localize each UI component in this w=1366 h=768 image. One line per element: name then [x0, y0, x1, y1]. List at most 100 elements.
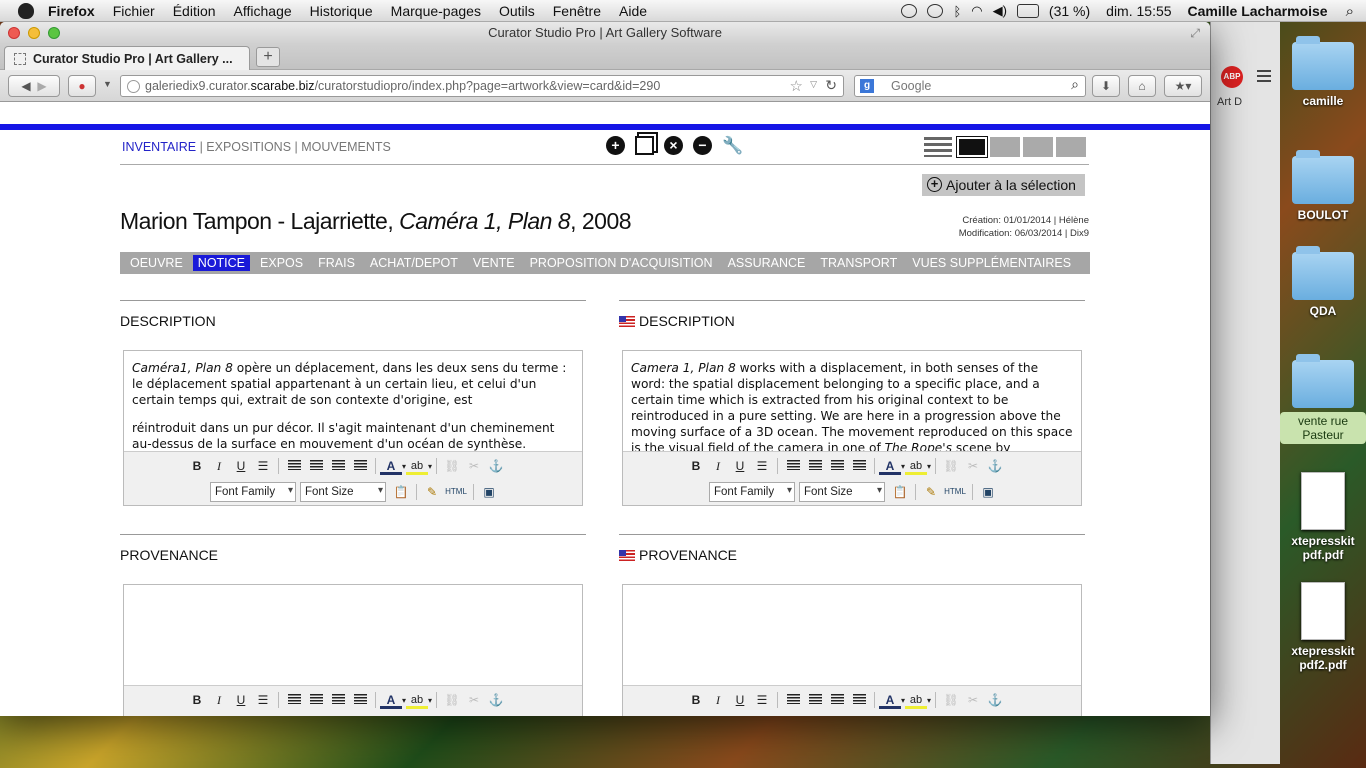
bold-button[interactable]: B	[685, 690, 707, 710]
menu-marque-pages[interactable]: Marque-pages	[391, 3, 481, 19]
nav-mouvements[interactable]: MOUVEMENTS	[301, 140, 391, 154]
people-view-icon[interactable]	[1023, 137, 1053, 157]
highlight-dropdown-icon[interactable]: ▾	[428, 696, 432, 705]
add-to-selection-button[interactable]: + Ajouter à la sélection	[922, 174, 1085, 196]
bullet-list-icon[interactable]: ☰	[751, 456, 773, 476]
desktop-file-presskit2[interactable]: xtepresskit pdf2.pdf	[1280, 582, 1366, 672]
align-justify-icon[interactable]	[848, 690, 870, 710]
paste-icon[interactable]: 📋	[390, 482, 412, 502]
html-source-icon[interactable]: HTML	[942, 482, 968, 502]
bullet-list-icon[interactable]: ☰	[751, 690, 773, 710]
link-icon[interactable]: ⛓	[940, 456, 962, 476]
nav-inventaire[interactable]: INVENTAIRE	[122, 140, 196, 154]
clock[interactable]: dim. 15:55	[1106, 3, 1171, 19]
dropbox-icon[interactable]	[901, 4, 918, 18]
tab-expos[interactable]: EXPOS	[255, 255, 308, 271]
bold-button[interactable]: B	[186, 456, 208, 476]
delete-icon[interactable]: ×	[664, 136, 683, 155]
highlight-icon[interactable]: ab	[905, 692, 928, 709]
user-name[interactable]: Camille Lacharmoise	[1188, 3, 1328, 19]
italic-button[interactable]: I	[208, 690, 230, 710]
font-size-select[interactable]: Font Size	[300, 482, 386, 502]
text-color-icon[interactable]: A	[879, 692, 901, 709]
highlight-dropdown-icon[interactable]: ▾	[428, 462, 432, 471]
home-button[interactable]: ⌂	[1128, 75, 1156, 97]
tab-vues[interactable]: VUES SUPPLÉMENTAIRES	[907, 255, 1076, 271]
align-right-icon[interactable]	[826, 690, 848, 710]
card-view-icon[interactable]	[956, 136, 988, 158]
provenance-fr-editor[interactable]: B I U ☰ A▾ ab▾ ⛓ ✂ ⚓ Font Family Font Si…	[123, 584, 583, 716]
anchor-icon[interactable]: ⚓	[485, 456, 507, 476]
menu-historique[interactable]: Historique	[310, 3, 373, 19]
clean-format-icon[interactable]: ✎	[920, 482, 942, 502]
link-icon[interactable]: ⛓	[441, 690, 463, 710]
history-dropdown-icon[interactable]: ▼	[103, 79, 112, 89]
bookmarks-button[interactable]: ★▾	[1164, 75, 1202, 97]
align-center-icon[interactable]	[804, 690, 826, 710]
back-forward-button[interactable]: ◀ ▶	[8, 75, 60, 97]
close-window-icon[interactable]	[8, 27, 20, 39]
paste-icon[interactable]: 📋	[889, 482, 911, 502]
highlight-dropdown-icon[interactable]: ▾	[927, 696, 931, 705]
anchor-icon[interactable]: ⚓	[984, 456, 1006, 476]
time-machine-icon[interactable]	[927, 4, 944, 18]
align-center-icon[interactable]	[305, 456, 327, 476]
underline-button[interactable]: U	[729, 456, 751, 476]
description-en-editor[interactable]: Camera 1, Plan 8 works with a displaceme…	[622, 350, 1082, 506]
align-right-icon[interactable]	[826, 456, 848, 476]
tab-achat-depot[interactable]: ACHAT/DEPOT	[365, 255, 463, 271]
url-dropdown-icon[interactable]: ▽	[810, 79, 817, 90]
search-view-icon[interactable]	[990, 137, 1020, 157]
tab-notice[interactable]: NOTICE	[192, 255, 251, 271]
desktop-folder-qda[interactable]: QDA	[1280, 246, 1366, 318]
italic-button[interactable]: I	[707, 690, 729, 710]
menu-fichier[interactable]: Fichier	[113, 3, 155, 19]
battery-icon[interactable]	[1016, 4, 1039, 18]
spotlight-icon[interactable]: ⌕	[1346, 3, 1354, 20]
link-icon[interactable]: ⛓	[441, 456, 463, 476]
bold-button[interactable]: B	[186, 690, 208, 710]
list-view-icon[interactable]	[924, 137, 952, 157]
menu-edition[interactable]: Édition	[173, 3, 216, 19]
zoom-window-icon[interactable]	[48, 27, 60, 39]
align-justify-icon[interactable]	[848, 456, 870, 476]
wifi-icon[interactable]: ◠	[971, 3, 982, 19]
menu-fenetre[interactable]: Fenêtre	[553, 3, 601, 19]
align-justify-icon[interactable]	[349, 690, 371, 710]
volume-icon[interactable]: ◀)	[993, 3, 1007, 19]
tab-frais[interactable]: FRAIS	[313, 255, 360, 271]
bullet-list-icon[interactable]: ☰	[252, 690, 274, 710]
tab-oeuvre[interactable]: OEUVRE	[125, 255, 188, 271]
desktop-folder-vente[interactable]: vente rue Pasteur	[1280, 354, 1366, 444]
bullet-list-icon[interactable]: ☰	[252, 456, 274, 476]
bookmark-star-icon[interactable]: ☆	[790, 77, 803, 95]
desktop-folder-boulot[interactable]: BOULOT	[1280, 150, 1366, 222]
provenance-en-text[interactable]	[623, 585, 1081, 685]
text-color-icon[interactable]: A	[380, 458, 402, 475]
nav-expositions[interactable]: EXPOSITIONS	[206, 140, 291, 154]
anchor-icon[interactable]: ⚓	[485, 690, 507, 710]
provenance-fr-text[interactable]	[124, 585, 582, 685]
description-fr-editor[interactable]: Caméra1, Plan 8 opère un déplacement, da…	[123, 350, 583, 506]
description-en-text[interactable]: Camera 1, Plan 8 works with a displaceme…	[623, 351, 1081, 451]
font-family-select[interactable]: Font Family	[709, 482, 795, 502]
adblock-icon[interactable]: ABP	[1221, 66, 1243, 88]
bluetooth-icon[interactable]: ᛒ	[953, 4, 961, 19]
text-color-icon[interactable]: A	[879, 458, 901, 475]
tab-vente[interactable]: VENTE	[468, 255, 520, 271]
apple-menu-icon[interactable]	[18, 2, 34, 19]
downloads-button[interactable]: ⬇	[1092, 75, 1120, 97]
anchor-icon[interactable]: ⚓	[984, 690, 1006, 710]
underline-button[interactable]: U	[230, 456, 252, 476]
tools-icon[interactable]: 🔧	[722, 136, 743, 155]
resize-view-icon[interactable]	[1056, 137, 1086, 157]
align-justify-icon[interactable]	[349, 456, 371, 476]
unlink-icon[interactable]: ✂	[962, 456, 984, 476]
align-right-icon[interactable]	[327, 456, 349, 476]
description-fr-text[interactable]: Caméra1, Plan 8 opère un déplacement, da…	[124, 351, 582, 451]
url-bar[interactable]: galeriedix9.curator.scarabe.biz/curators…	[120, 75, 844, 97]
html-source-icon[interactable]: HTML	[443, 482, 469, 502]
search-bar[interactable]: g Google ⌕	[854, 75, 1086, 97]
menu-affichage[interactable]: Affichage	[234, 3, 292, 19]
reload-icon[interactable]: ↻	[825, 77, 837, 94]
